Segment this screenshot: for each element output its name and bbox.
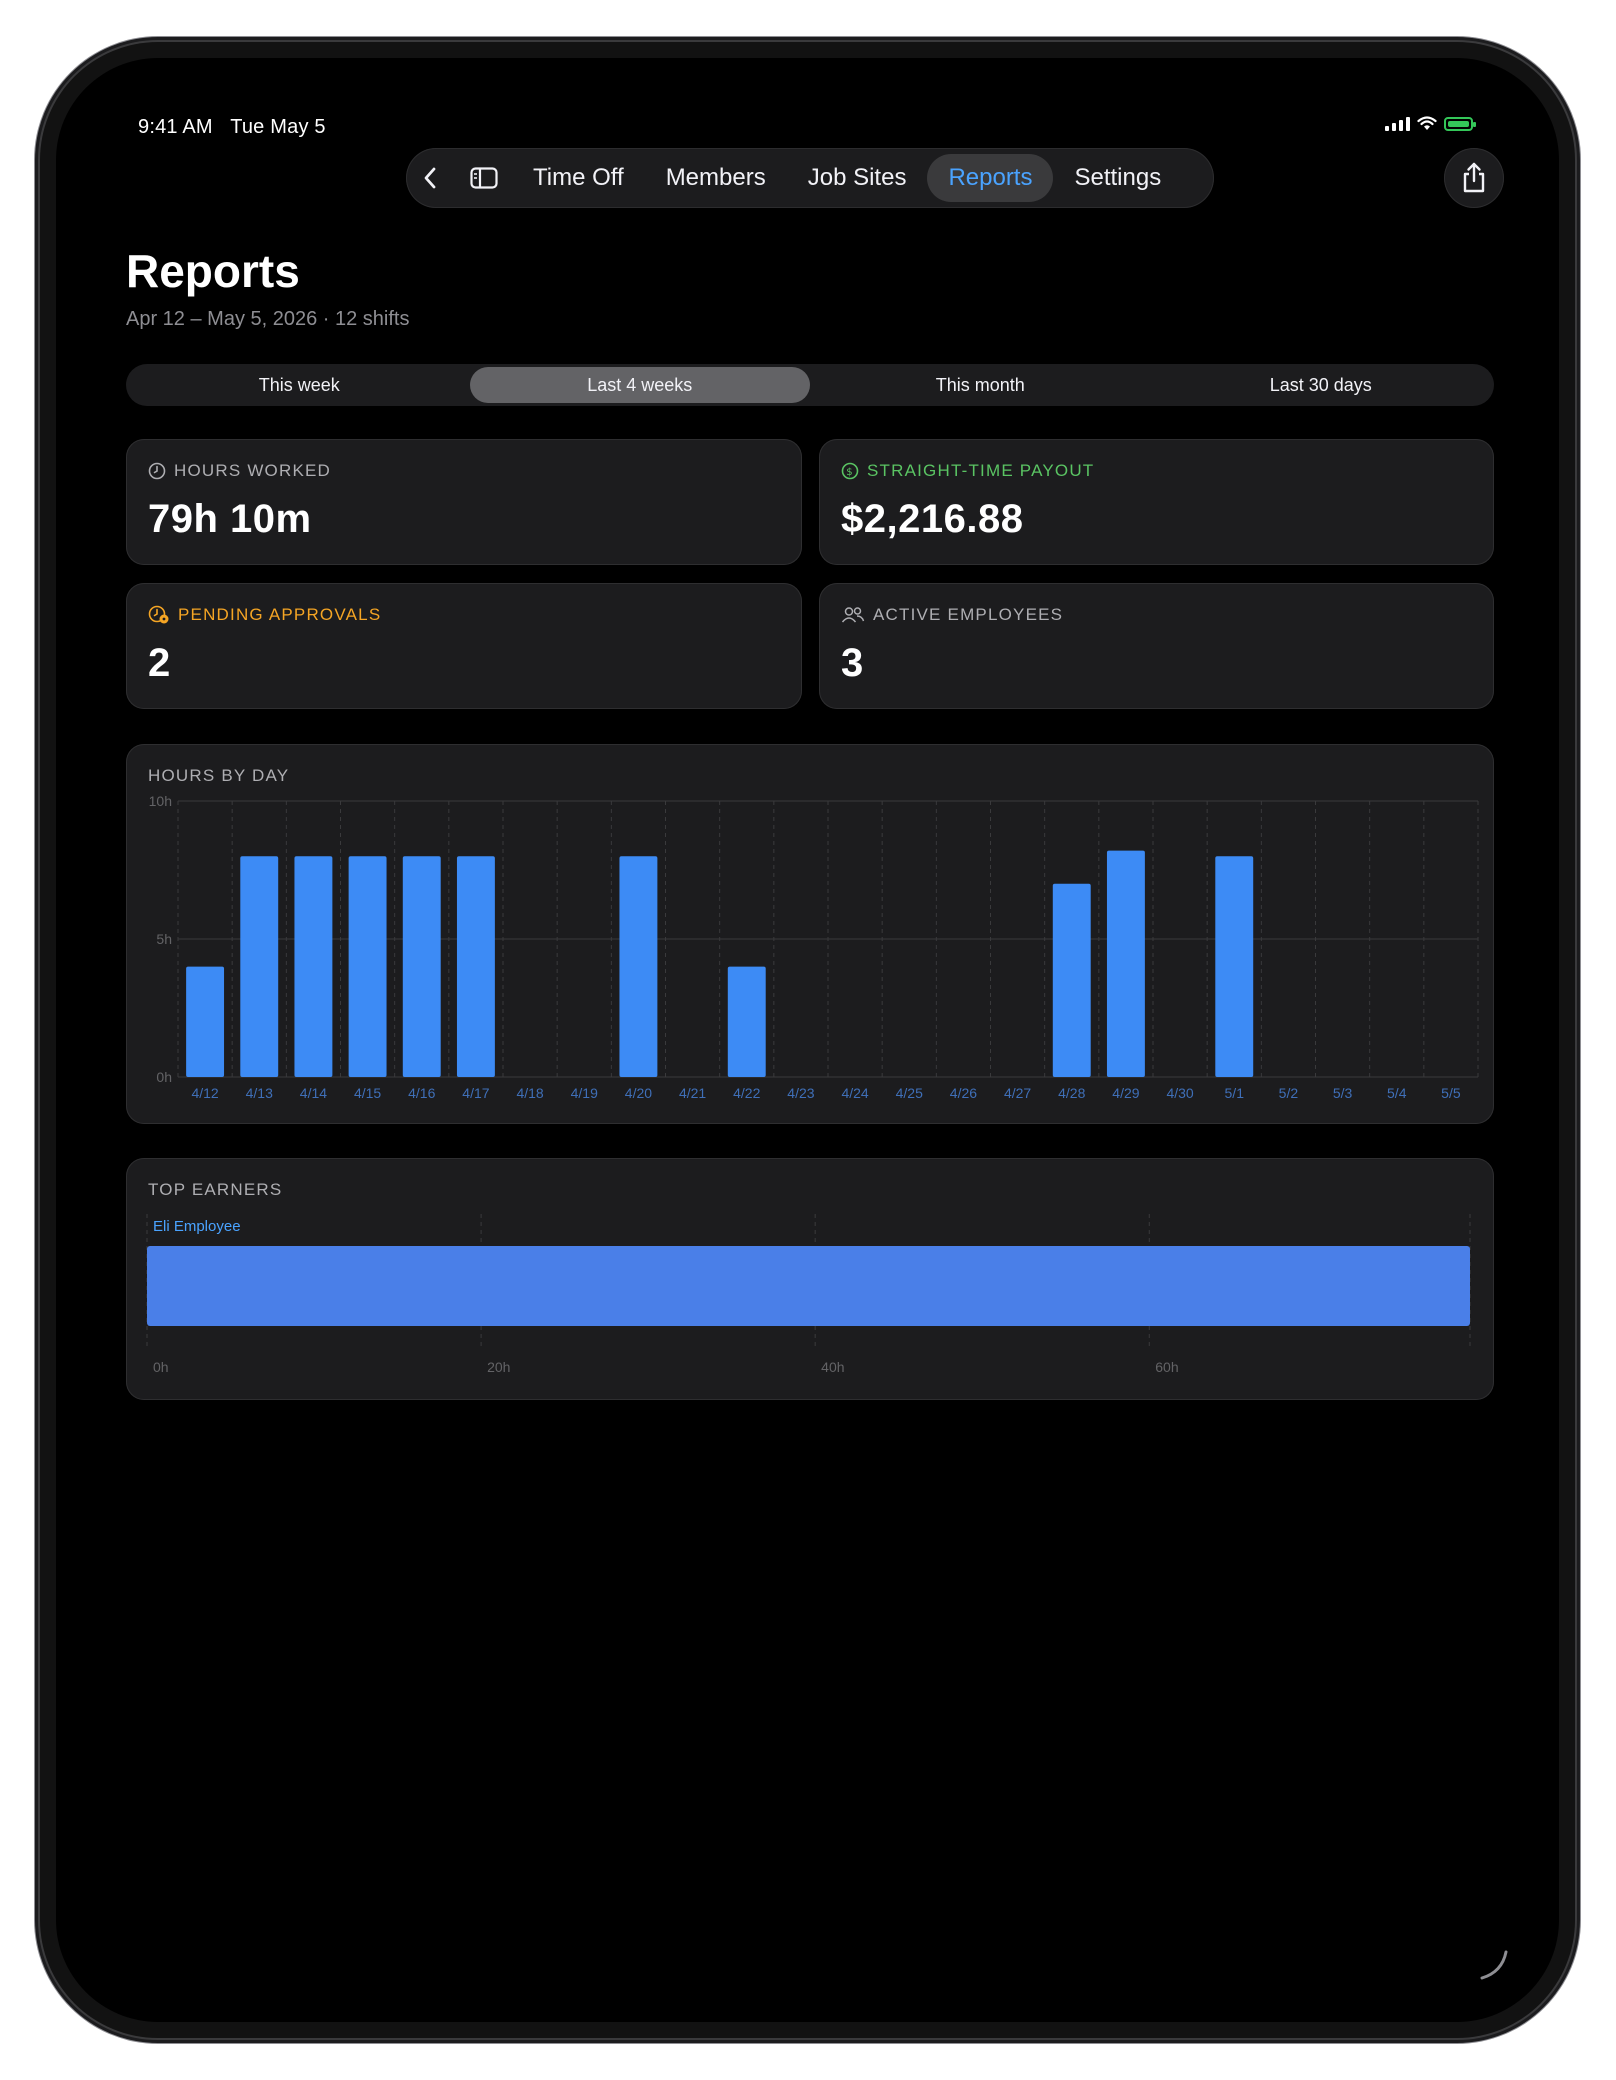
range-this-week[interactable]: This week [129, 367, 470, 403]
x-tick-label: 4/20 [625, 1085, 652, 1101]
y-tick-label: 10h [149, 793, 172, 809]
x-tick-label: 5/2 [1279, 1085, 1299, 1101]
screen: 9:41 AM Tue May 5 Time Off Members Job S… [56, 58, 1559, 2022]
range-segmented-control: This week Last 4 weeks This month Last 3… [126, 364, 1494, 406]
earner-name-label: Eli Employee [153, 1218, 241, 1235]
x-tick-label: 4/24 [841, 1085, 868, 1101]
x-tick-label: 20h [487, 1359, 510, 1375]
bar-4/13 [240, 856, 279, 1077]
tab-time-off[interactable]: Time Off [512, 154, 645, 202]
bar-4/16 [402, 856, 441, 1077]
top-nav-bar: Time Off Members Job Sites Reports Setti… [406, 148, 1214, 208]
tab-job-sites[interactable]: Job Sites [787, 154, 928, 202]
employees-value: 3 [841, 641, 864, 685]
payout-card: $ STRAIGHT-TIME PAYOUT $2,216.88 [819, 439, 1494, 565]
x-tick-label: 5/4 [1387, 1085, 1407, 1101]
tab-settings[interactable]: Settings [1053, 154, 1182, 202]
bar-4/22 [727, 966, 766, 1077]
x-tick-label: 40h [821, 1359, 844, 1375]
x-tick-label: 4/13 [246, 1085, 273, 1101]
x-tick-label: 4/27 [1004, 1085, 1031, 1101]
cellular-signal-icon [1385, 116, 1410, 131]
range-last-30-days[interactable]: Last 30 days [1151, 367, 1492, 403]
employees-label-row: ACTIVE EMPLOYEES [841, 605, 1063, 625]
tab-members[interactable]: Members [645, 154, 787, 202]
pending-approvals-card: PENDING APPROVALS 2 [126, 583, 802, 709]
page-title: Reports [126, 245, 300, 297]
x-tick-label: 4/21 [679, 1085, 706, 1101]
x-tick-label: 4/30 [1166, 1085, 1193, 1101]
bar-4/15 [348, 856, 387, 1077]
tab-reports[interactable]: Reports [927, 154, 1054, 202]
x-tick-label: 4/17 [462, 1085, 489, 1101]
clock-icon [148, 462, 166, 480]
top-earners-card: TOP EARNERS 0h 20h 40h 60h Eli Employee [126, 1158, 1494, 1400]
x-tick-label: 4/23 [787, 1085, 814, 1101]
x-tick-label: 4/28 [1058, 1085, 1085, 1101]
bar-4/12 [186, 966, 225, 1077]
svg-text:$: $ [846, 467, 854, 478]
bar-4/14 [294, 856, 333, 1077]
employees-label: ACTIVE EMPLOYEES [873, 605, 1064, 624]
bar-4/20 [619, 856, 658, 1077]
x-tick-label: 4/25 [896, 1085, 923, 1101]
earner-bar-0 [147, 1246, 1470, 1326]
status-time: 9:41 AM [138, 116, 213, 138]
pending-clock-icon [148, 605, 169, 624]
sidebar-toggle-icon[interactable] [464, 158, 504, 198]
range-last-4-weeks[interactable]: Last 4 weeks [469, 367, 810, 403]
hours-by-day-chart: 0h 5h 10h 4/12 4/13 4/14 4/15 4/16 4/17 4/18 4/19 4… [149, 793, 1479, 1101]
pending-label-row: PENDING APPROVALS [148, 605, 381, 625]
payout-label: STRAIGHT-TIME PAYOUT [867, 461, 1095, 480]
top-earners-chart: 0h 20h 40h 60h Eli Employee [146, 1214, 1471, 1375]
hours-worked-card: HOURS WORKED 79h 10m [126, 439, 802, 565]
x-tick-label: 4/15 [354, 1085, 381, 1101]
x-tick-label: 4/19 [571, 1085, 598, 1101]
status-bar-left: 9:41 AM Tue May 5 [138, 116, 338, 139]
active-employees-card: ACTIVE EMPLOYEES 3 [819, 583, 1494, 709]
bar-4/29 [1106, 850, 1145, 1077]
payout-value: $2,216.88 [841, 497, 1024, 541]
x-tick-label: 4/26 [950, 1085, 977, 1101]
hours-worked-label: HOURS WORKED [174, 461, 332, 480]
y-tick-label: 0h [156, 1069, 172, 1085]
share-button[interactable] [1444, 148, 1504, 208]
dollar-circle-icon: $ [841, 462, 859, 480]
battery-charging-icon [1444, 116, 1476, 131]
bar-4/28 [1052, 883, 1091, 1077]
chevron-left-icon[interactable] [410, 158, 450, 198]
wifi-icon [1417, 116, 1437, 130]
payout-label-row: $ STRAIGHT-TIME PAYOUT [841, 461, 1094, 481]
hours-by-day-card: HOURS BY DAY 0h 5h 10h 4/12 4/13 4/14 4/15 4/16… [126, 744, 1494, 1124]
x-tick-label: 4/18 [516, 1085, 543, 1101]
x-tick-label: 5/1 [1225, 1085, 1245, 1101]
pending-value: 2 [148, 641, 171, 685]
x-tick-label: 4/12 [191, 1085, 218, 1101]
pending-label: PENDING APPROVALS [178, 605, 382, 624]
status-date: Tue May 5 [230, 116, 326, 138]
x-tick-label: 4/29 [1112, 1085, 1139, 1101]
date-range-subtitle: Apr 12 – May 5, 2026 · 12 shifts [126, 308, 410, 330]
volume-down-button [1575, 266, 1581, 338]
x-tick-label: 4/14 [300, 1085, 327, 1101]
x-tick-label: 60h [1155, 1359, 1178, 1375]
loading-indicator-icon [1480, 1950, 1508, 1980]
volume-up-button [1575, 180, 1581, 252]
status-bar-right [1385, 116, 1476, 131]
bar-5/1 [1215, 856, 1254, 1077]
share-icon [1463, 162, 1485, 193]
x-tick-label: 0h [153, 1359, 169, 1375]
x-tick-label: 4/16 [408, 1085, 435, 1101]
x-tick-label: 5/3 [1333, 1085, 1353, 1101]
range-this-month[interactable]: This month [810, 367, 1151, 403]
people-icon [841, 607, 865, 623]
x-tick-label: 4/22 [733, 1085, 760, 1101]
y-tick-label: 5h [156, 931, 172, 947]
bar-4/17 [456, 856, 495, 1077]
hours-worked-label-row: HOURS WORKED [148, 461, 331, 481]
x-tick-label: 5/5 [1441, 1085, 1461, 1101]
hours-worked-value: 79h 10m [148, 497, 312, 541]
